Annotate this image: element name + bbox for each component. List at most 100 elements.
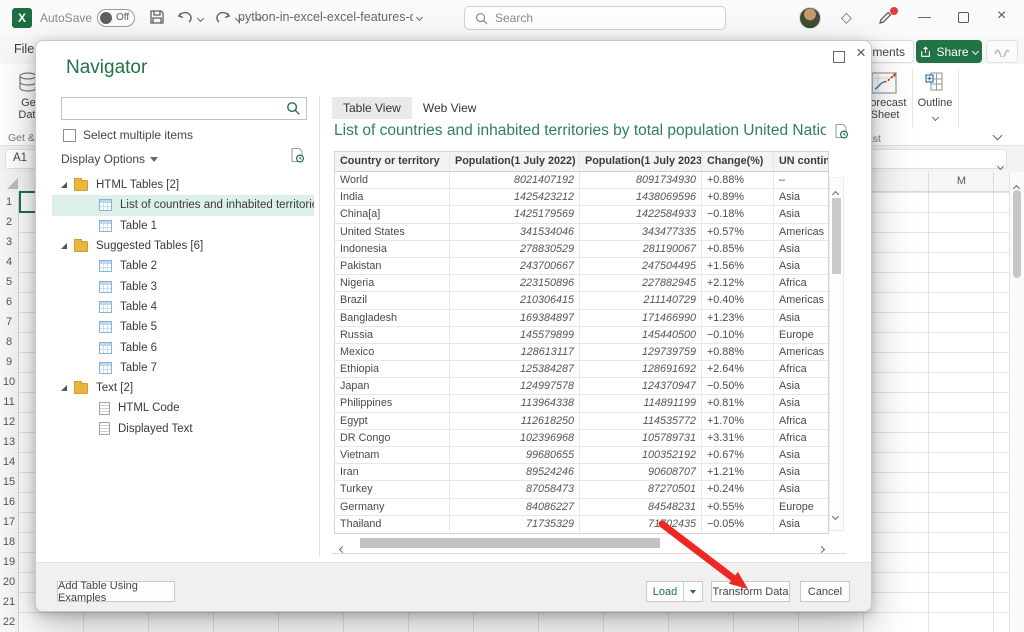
navigator-search-box[interactable] [61, 97, 307, 120]
cell-pop-2022: 125384287 [450, 361, 580, 378]
transform-data-button[interactable]: Transform Data [711, 581, 790, 602]
preview-tab[interactable]: Table View [332, 97, 412, 119]
tree-item[interactable]: Table 6 [52, 337, 314, 357]
tree-item[interactable]: Table 7 [52, 358, 314, 378]
scroll-right-icon[interactable] [819, 539, 824, 557]
row-header[interactable]: 14 [0, 452, 18, 472]
tree-item[interactable]: HTML Tables [2] [52, 175, 314, 195]
forecast-sheet-icon [871, 70, 899, 96]
sparkline-button[interactable] [986, 40, 1018, 63]
name-box[interactable]: A1 [13, 152, 27, 164]
dialog-close-icon[interactable]: × [856, 43, 866, 63]
ribbon-collapse-icon[interactable] [994, 126, 1001, 144]
preview-tab[interactable]: Web View [412, 97, 488, 119]
row-headers[interactable]: 12345678910111213141516171819202122 [0, 192, 19, 632]
search-icon[interactable] [286, 101, 301, 116]
save-icon[interactable] [148, 8, 166, 26]
navigator-search-input[interactable] [62, 98, 286, 119]
row-header[interactable]: 3 [0, 232, 18, 252]
tree-item[interactable]: List of countries and inhabited territor… [52, 195, 314, 215]
undo-icon[interactable] [176, 8, 194, 26]
minimize-icon[interactable]: — [918, 9, 931, 24]
row-header[interactable]: 11 [0, 392, 18, 412]
row-header[interactable]: 10 [0, 372, 18, 392]
select-all-icon[interactable] [7, 178, 18, 189]
row-header[interactable]: 21 [0, 592, 18, 612]
file-tab[interactable]: File [14, 42, 34, 56]
row-header[interactable]: 17 [0, 512, 18, 532]
cell-change: +2.64% [702, 361, 774, 378]
row-header[interactable]: 19 [0, 552, 18, 572]
redo-icon[interactable] [214, 8, 232, 26]
refresh-preview-icon[interactable] [833, 123, 849, 139]
tree-item[interactable]: Table 3 [52, 276, 314, 296]
autosave-toggle[interactable]: Off [97, 9, 135, 27]
display-options-dropdown[interactable]: Display Options [61, 152, 158, 166]
row-header[interactable]: 20 [0, 572, 18, 592]
select-multiple-checkbox[interactable] [63, 129, 76, 142]
row-header[interactable]: 1 [0, 192, 18, 212]
row-header[interactable]: 8 [0, 332, 18, 352]
tree-item[interactable]: Table 1 [52, 216, 314, 236]
tree-item[interactable]: Table 5 [52, 317, 314, 337]
refresh-source-icon[interactable] [289, 147, 305, 163]
outline-button[interactable]: Outline [915, 97, 955, 123]
preview-vertical-scrollbar[interactable] [829, 177, 844, 531]
search-input[interactable] [495, 11, 695, 25]
tree-item[interactable]: Displayed Text [52, 419, 314, 439]
tree-item[interactable]: Text [2] [52, 378, 314, 398]
share-button[interactable]: Share [916, 40, 982, 63]
cancel-button[interactable]: Cancel [800, 581, 850, 602]
scroll-thumb[interactable] [360, 538, 660, 548]
row-header[interactable]: 13 [0, 432, 18, 452]
cell-pop-2023: 343477335 [580, 224, 702, 241]
row-header[interactable]: 4 [0, 252, 18, 272]
tree-item[interactable]: Table 2 [52, 256, 314, 276]
scroll-left-icon[interactable] [340, 539, 345, 557]
document-title-dropdown-icon[interactable] [417, 12, 422, 22]
document-title[interactable]: python-in-excel-excel-features-demo... [238, 10, 413, 24]
expand-triangle-icon[interactable] [61, 182, 67, 188]
dialog-maximize-icon[interactable] [833, 51, 845, 63]
scroll-thumb[interactable] [832, 198, 841, 274]
outline-icon [925, 72, 945, 92]
tree-item[interactable]: Table 4 [52, 297, 314, 317]
cell-change: +0.88% [702, 344, 774, 361]
tree-item[interactable]: Suggested Tables [6] [52, 236, 314, 256]
undo-dropdown-icon[interactable] [198, 14, 203, 23]
tree-item-label: Suggested Tables [6] [96, 240, 203, 252]
user-avatar[interactable] [799, 7, 821, 29]
row-header[interactable]: 18 [0, 532, 18, 552]
add-table-using-examples-button[interactable]: Add Table Using Examples [57, 581, 175, 602]
cell-pop-2023: 71702435 [580, 516, 702, 533]
expand-triangle-icon[interactable] [61, 243, 67, 249]
row-header[interactable]: 15 [0, 472, 18, 492]
cell-change: +3.31% [702, 430, 774, 447]
preview-horizontal-scrollbar[interactable] [334, 537, 828, 550]
sheet-vertical-scrollbar[interactable] [1009, 172, 1024, 632]
scroll-down-icon[interactable] [833, 506, 838, 524]
scroll-thumb[interactable] [1013, 190, 1021, 278]
diamond-icon[interactable]: ◇ [841, 9, 852, 26]
tree-item[interactable]: HTML Code [52, 398, 314, 418]
row-header[interactable]: 16 [0, 492, 18, 512]
maximize-icon[interactable] [958, 12, 969, 23]
row-header[interactable]: 12 [0, 412, 18, 432]
column-header[interactable]: M [929, 175, 994, 187]
search-bar[interactable] [464, 6, 726, 30]
cell-change: −0.50% [702, 378, 774, 395]
row-header[interactable]: 22 [0, 612, 18, 632]
toggle-knob-icon [100, 12, 112, 24]
close-icon[interactable]: × [997, 7, 1006, 25]
load-dropdown-button[interactable] [683, 581, 703, 602]
row-header[interactable]: 7 [0, 312, 18, 332]
tree-item-label: Text [2] [96, 382, 133, 394]
excel-logo-icon[interactable]: X [12, 8, 32, 28]
row-header[interactable]: 2 [0, 212, 18, 232]
row-header[interactable]: 6 [0, 292, 18, 312]
expand-triangle-icon[interactable] [61, 385, 67, 391]
load-button[interactable]: Load [646, 581, 683, 602]
row-header[interactable]: 5 [0, 272, 18, 292]
row-header[interactable]: 9 [0, 352, 18, 372]
cell-pop-2023: 87270501 [580, 481, 702, 498]
